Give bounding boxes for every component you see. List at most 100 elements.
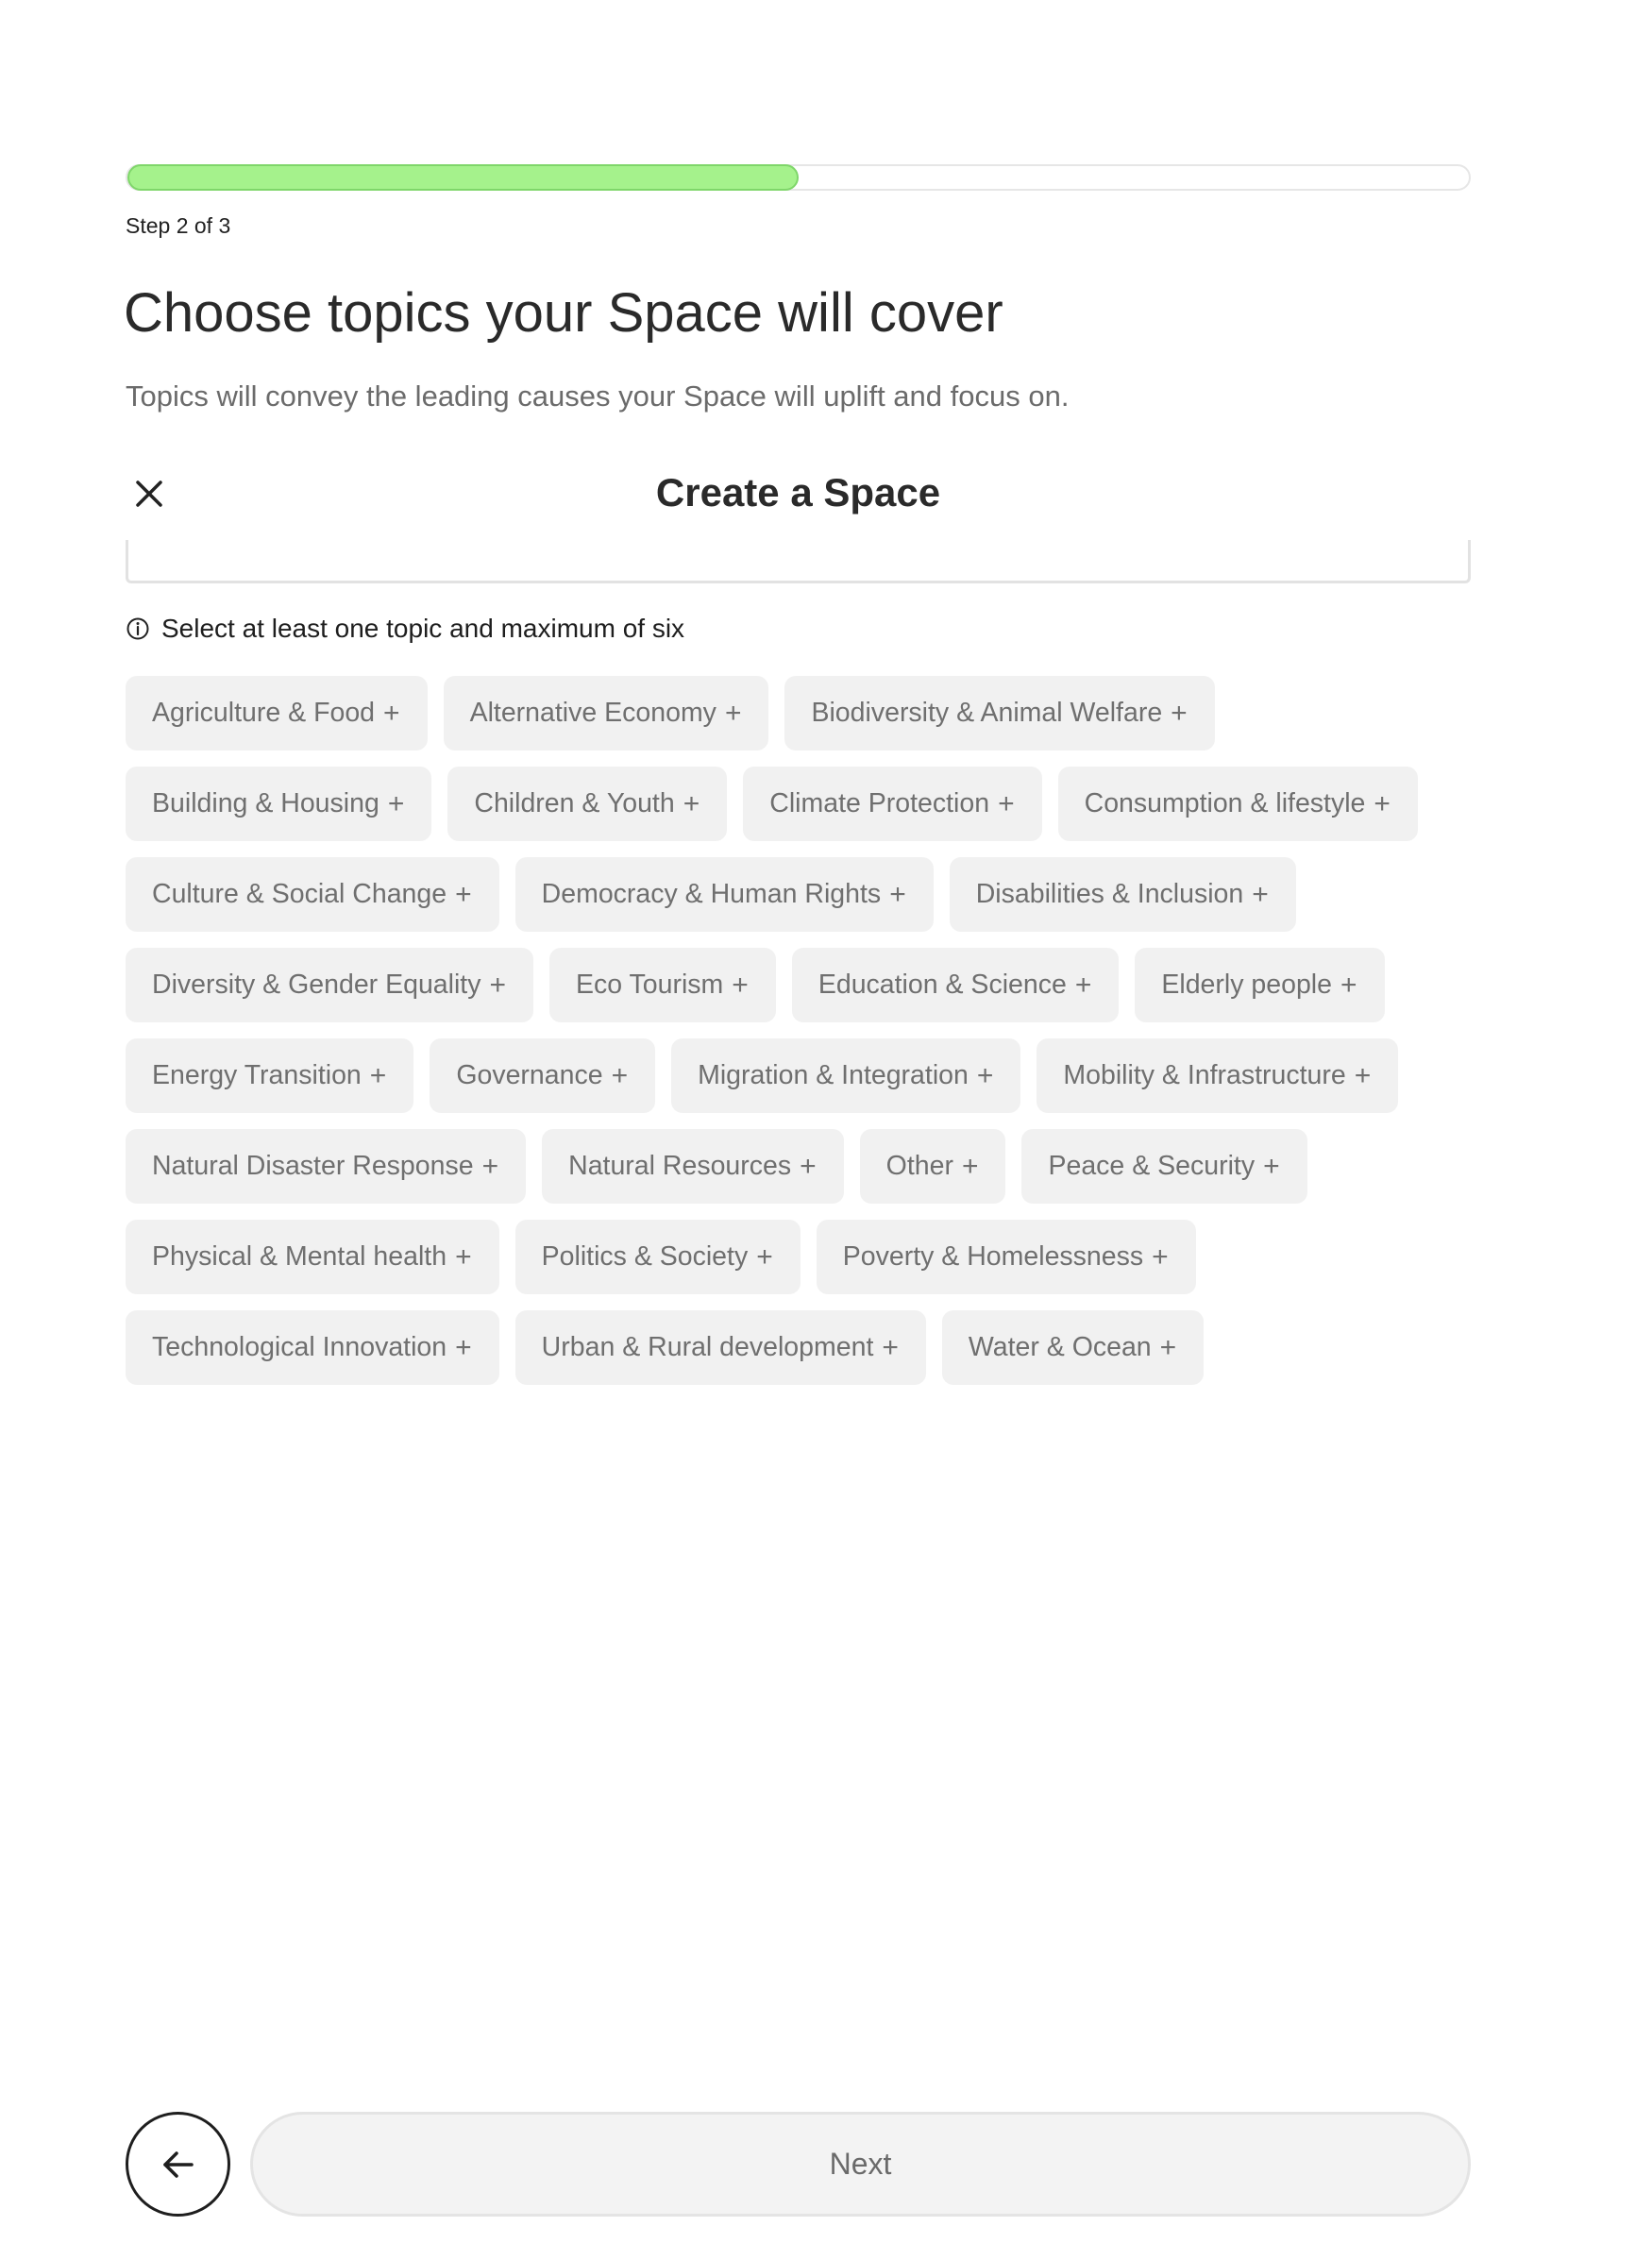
topic-chip[interactable]: Democracy & Human Rights +: [514, 857, 934, 932]
close-button[interactable]: [126, 470, 173, 517]
plus-icon: +: [961, 1150, 979, 1182]
plus-icon: +: [976, 1059, 994, 1091]
topic-chip[interactable]: Migration & Integration +: [671, 1038, 1021, 1113]
topic-chip[interactable]: Urban & Rural development +: [514, 1310, 926, 1385]
plus-icon: +: [369, 1059, 387, 1091]
topic-chip[interactable]: Climate Protection +: [743, 767, 1042, 841]
topic-chip-label: Elderly people: [1161, 970, 1332, 1000]
modal-header: Create a Space: [126, 463, 1471, 529]
topic-chip-label: Water & Ocean: [968, 1332, 1152, 1362]
topic-chip[interactable]: Eco Tourism +: [549, 948, 776, 1022]
topic-chip-label: Building & Housing: [152, 788, 379, 818]
plus-icon: +: [1252, 878, 1269, 910]
topic-chip-label: Alternative Economy: [469, 698, 716, 728]
topic-chip-label: Biodiversity & Animal Welfare: [811, 698, 1163, 728]
search-field[interactable]: [126, 540, 1471, 583]
topic-chip[interactable]: Mobility & Infrastructure +: [1037, 1038, 1399, 1113]
next-button[interactable]: Next: [250, 2112, 1471, 2217]
topic-chip-label: Culture & Social Change: [152, 879, 447, 909]
create-space-page: Step 2 of 3 Choose topics your Space wil…: [0, 0, 1652, 2260]
topic-chip-label: Governance: [456, 1060, 603, 1090]
topic-chip[interactable]: Natural Resources +: [542, 1129, 844, 1204]
topic-chip-label: Consumption & lifestyle: [1084, 788, 1366, 818]
plus-icon: +: [1171, 697, 1188, 729]
topic-limit-text: Select at least one topic and maximum of…: [161, 614, 685, 643]
plus-icon: +: [489, 969, 507, 1001]
topic-limit-hint: Select at least one topic and maximum of…: [126, 614, 684, 644]
topic-chip[interactable]: Natural Disaster Response +: [126, 1129, 527, 1204]
topic-chip[interactable]: Alternative Economy +: [443, 676, 769, 751]
topic-chip[interactable]: Physical & Mental health +: [126, 1220, 499, 1294]
arrow-left-icon: [162, 2150, 194, 2178]
back-button[interactable]: [126, 2112, 230, 2217]
topic-chip-label: Natural Disaster Response: [152, 1151, 474, 1181]
topic-chip[interactable]: Children & Youth +: [447, 767, 728, 841]
topic-chip-label: Agriculture & Food: [152, 698, 376, 728]
topic-chip[interactable]: Disabilities & Inclusion +: [949, 857, 1296, 932]
topic-chip[interactable]: Culture & Social Change +: [126, 857, 499, 932]
topic-chip[interactable]: Elderly people +: [1135, 948, 1385, 1022]
topic-chip-label: Natural Resources: [568, 1151, 792, 1181]
topic-chip-label: Technological Innovation: [152, 1332, 447, 1362]
topic-chip-label: Energy Transition: [152, 1060, 362, 1090]
close-icon: [136, 481, 162, 507]
plus-icon: +: [683, 787, 700, 819]
topic-list: Agriculture & Food + Alternative Economy + B…: [126, 676, 1471, 1385]
topic-chip-label: Eco Tourism: [576, 970, 724, 1000]
topic-chip[interactable]: Consumption & lifestyle +: [1057, 767, 1418, 841]
topic-chip-label: Democracy & Human Rights: [541, 879, 882, 909]
topic-chip-label: Children & Youth: [474, 788, 675, 818]
topic-chip[interactable]: Energy Transition +: [126, 1038, 414, 1113]
topic-chip[interactable]: Education & Science +: [791, 948, 1120, 1022]
plus-icon: +: [1374, 787, 1391, 819]
plus-icon: +: [1340, 969, 1357, 1001]
modal-title: Create a Space: [655, 470, 941, 514]
plus-icon: +: [455, 1331, 472, 1363]
plus-icon: +: [800, 1150, 817, 1182]
topic-chip-label: Mobility & Infrastructure: [1063, 1060, 1346, 1090]
topic-chip[interactable]: Other +: [859, 1129, 1006, 1204]
plus-icon: +: [882, 1331, 899, 1363]
plus-icon: +: [724, 697, 742, 729]
plus-icon: +: [611, 1059, 629, 1091]
page-subtitle: Topics will convey the leading causes yo…: [126, 379, 1070, 413]
topic-chip-label: Poverty & Homelessness: [842, 1241, 1144, 1272]
plus-icon: +: [1263, 1150, 1280, 1182]
topic-chip[interactable]: Diversity & Gender Equality +: [126, 948, 534, 1022]
info-icon: [126, 616, 150, 641]
plus-icon: +: [1159, 1331, 1177, 1363]
step-label: Step 2 of 3: [126, 213, 231, 238]
topic-chip-label: Other: [885, 1151, 953, 1181]
topic-chip-label: Urban & Rural development: [541, 1332, 874, 1362]
topic-chip-label: Climate Protection: [769, 788, 990, 818]
topic-chip-label: Politics & Society: [541, 1241, 749, 1272]
plus-icon: +: [732, 969, 749, 1001]
plus-icon: +: [1074, 969, 1092, 1001]
plus-icon: +: [383, 697, 400, 729]
plus-icon: +: [455, 878, 472, 910]
plus-icon: +: [998, 787, 1015, 819]
topic-chip[interactable]: Governance +: [430, 1038, 656, 1113]
topic-chip[interactable]: Politics & Society +: [514, 1220, 801, 1294]
plus-icon: +: [889, 878, 906, 910]
topic-chip[interactable]: Agriculture & Food +: [126, 676, 428, 751]
plus-icon: +: [387, 787, 405, 819]
topic-chip[interactable]: Biodiversity & Animal Welfare +: [784, 676, 1215, 751]
progress-bar: [126, 164, 1471, 191]
page-title: Choose topics your Space will cover: [124, 282, 1003, 344]
plus-icon: +: [455, 1240, 472, 1273]
topic-chip[interactable]: Water & Ocean +: [941, 1310, 1205, 1385]
topic-chip[interactable]: Poverty & Homelessness +: [816, 1220, 1196, 1294]
topic-chip-label: Migration & Integration: [698, 1060, 969, 1090]
topic-chip[interactable]: Technological Innovation +: [126, 1310, 499, 1385]
progress-bar-fill: [127, 164, 799, 191]
topic-chip-label: Disabilities & Inclusion: [975, 879, 1244, 909]
plus-icon: +: [756, 1240, 773, 1273]
topic-chip-label: Diversity & Gender Equality: [152, 970, 481, 1000]
topic-chip[interactable]: Peace & Security +: [1021, 1129, 1307, 1204]
plus-icon: +: [1354, 1059, 1372, 1091]
topic-chip-label: Education & Science: [818, 970, 1067, 1000]
plus-icon: +: [481, 1150, 499, 1182]
topic-chip[interactable]: Building & Housing +: [126, 767, 432, 841]
plus-icon: +: [1152, 1240, 1169, 1273]
